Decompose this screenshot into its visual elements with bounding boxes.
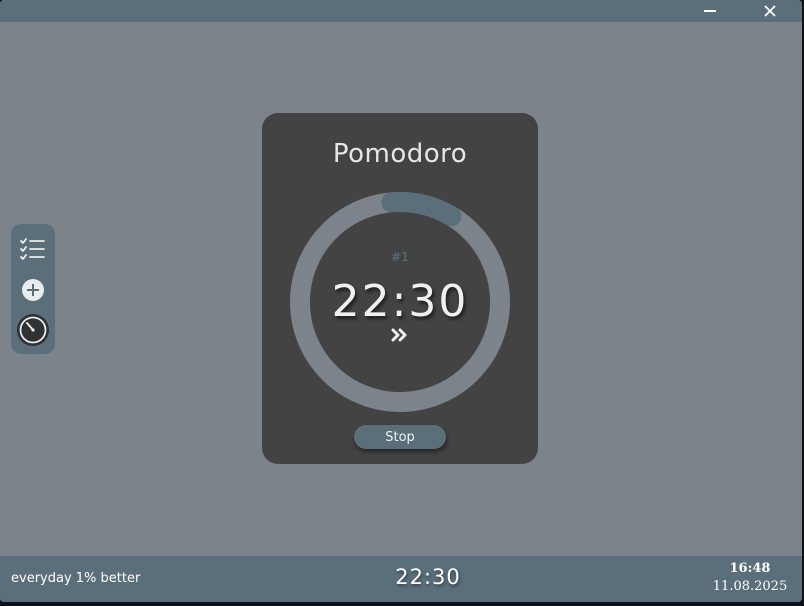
skip-button[interactable] xyxy=(388,325,412,345)
countdown-display: 22:30 xyxy=(331,276,469,327)
clock-date: 11.08.2025 xyxy=(712,579,788,594)
minimize-button[interactable] xyxy=(695,0,725,22)
pomodoro-card: Pomodoro #1 22:30 Stop xyxy=(262,113,538,464)
system-clock: 16:48 11.08.2025 xyxy=(700,560,800,596)
app-window: Pomodoro #1 22:30 Stop everyday 1% bette… xyxy=(0,0,802,602)
status-timer: 22:30 xyxy=(395,565,461,589)
fast-forward-icon xyxy=(391,328,407,342)
clock-time: 16:48 xyxy=(729,561,771,576)
plus-circle-icon xyxy=(22,279,44,301)
card-title: Pomodoro xyxy=(332,139,468,169)
status-bar: everyday 1% better 22:30 16:48 11.08.202… xyxy=(0,556,802,602)
motto-text: everyday 1% better xyxy=(11,571,141,586)
checklist-icon xyxy=(20,238,45,260)
side-toolbar xyxy=(11,224,55,354)
stop-button[interactable]: Stop xyxy=(354,425,446,449)
title-bar xyxy=(0,0,802,22)
session-number: #1 xyxy=(391,250,409,264)
add-task-button[interactable] xyxy=(15,272,51,308)
task-list-button[interactable] xyxy=(15,231,51,267)
close-icon xyxy=(764,5,776,17)
timer-button[interactable] xyxy=(15,312,51,348)
timer-icon xyxy=(17,314,49,346)
minimize-icon xyxy=(704,10,716,12)
close-button[interactable] xyxy=(755,0,785,22)
